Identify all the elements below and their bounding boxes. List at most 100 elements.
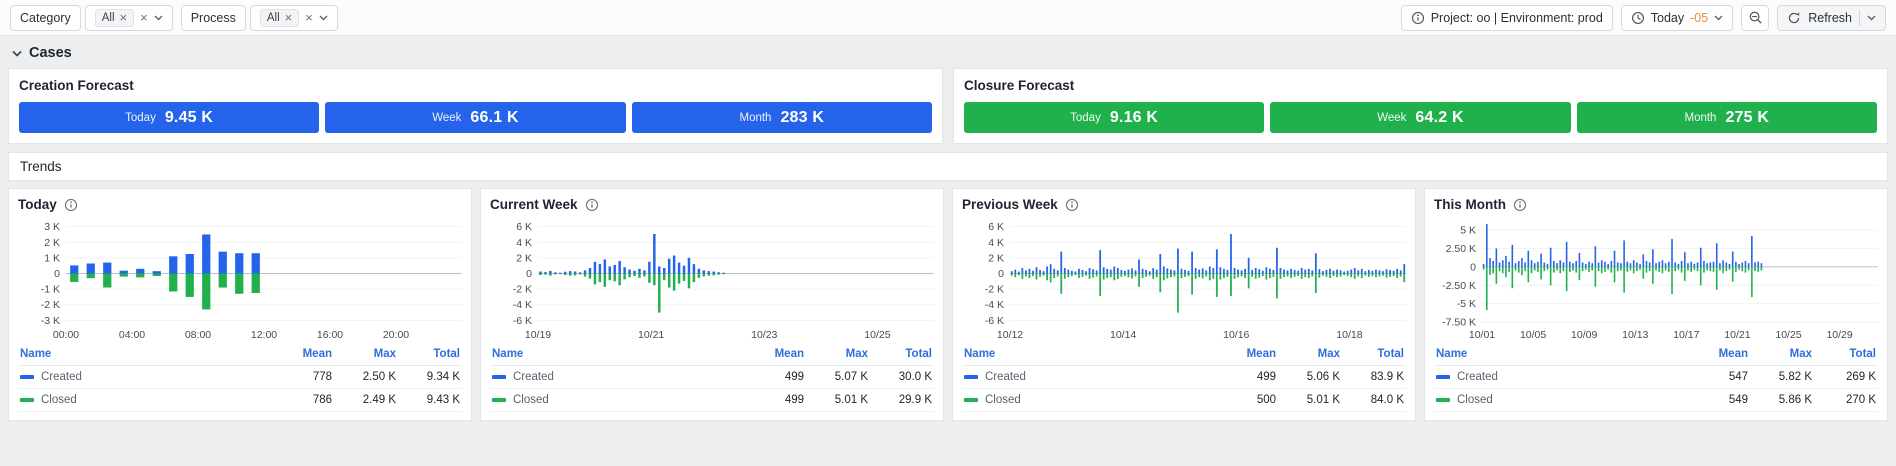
col-max[interactable]: Max xyxy=(806,344,870,366)
legend-header-row: Name Mean Max Total xyxy=(1434,344,1878,366)
creation-forecast-today[interactable]: Today 9.45 K xyxy=(19,102,320,133)
legend-table: Name Mean Max Total Created 547 5.82 K 2… xyxy=(1434,344,1878,412)
process-filter-select[interactable]: All × × xyxy=(249,4,338,31)
col-name[interactable]: Name xyxy=(962,344,1214,366)
series-total: 270 K xyxy=(1814,388,1878,412)
series-mean: 778 xyxy=(270,365,334,389)
col-mean[interactable]: Mean xyxy=(1214,344,1278,366)
col-name[interactable]: Name xyxy=(18,344,270,366)
col-total[interactable]: Total xyxy=(870,344,934,366)
trend-chart-previous-week: 6 K 4 K 2 K 0 -2 K -4 K -6 K 10/12 10/14 10/16 10/… xyxy=(962,215,1410,341)
col-name[interactable]: Name xyxy=(1434,344,1686,366)
clear-filter-icon[interactable]: × xyxy=(305,11,313,24)
svg-text:0: 0 xyxy=(526,268,532,280)
series-mean: 499 xyxy=(742,365,806,389)
legend-row-created: Created 499 5.06 K 83.9 K xyxy=(962,365,1406,389)
series-mean: 547 xyxy=(1686,365,1750,389)
category-filter-tag-value: All xyxy=(101,11,115,24)
info-icon xyxy=(1411,11,1425,25)
col-total[interactable]: Total xyxy=(1814,344,1878,366)
panel-title: Creation Forecast xyxy=(19,78,134,93)
creation-forecast-month[interactable]: Month 283 K xyxy=(631,102,932,133)
remove-tag-icon[interactable]: × xyxy=(285,11,293,24)
svg-text:16:00: 16:00 xyxy=(317,329,343,341)
info-icon[interactable] xyxy=(64,198,78,212)
cases-section-header[interactable]: Cases xyxy=(0,36,1896,68)
svg-text:-5 K: -5 K xyxy=(1457,298,1476,310)
series-swatch xyxy=(20,374,34,379)
svg-text:12:00: 12:00 xyxy=(251,329,277,341)
zoom-out-button[interactable] xyxy=(1741,4,1770,31)
col-mean[interactable]: Mean xyxy=(270,344,334,366)
svg-text:10/12: 10/12 xyxy=(997,329,1023,341)
series-swatch xyxy=(1436,374,1450,379)
info-icon[interactable] xyxy=(585,198,599,212)
col-max[interactable]: Max xyxy=(1750,344,1814,366)
button-divider xyxy=(1859,9,1860,26)
trend-chart-this-month: 5 K 2.50 K 0 -2.50 K -5 K -7.50 K 10/01 10/05 10… xyxy=(1434,215,1882,341)
col-mean[interactable]: Mean xyxy=(1686,344,1750,366)
clear-filter-icon[interactable]: × xyxy=(140,11,148,24)
closure-forecast-week[interactable]: Week 64.2 K xyxy=(1270,102,1571,133)
stat-label: Month xyxy=(1684,111,1717,124)
svg-text:10/23: 10/23 xyxy=(751,329,777,341)
closure-forecast-month[interactable]: Month 275 K xyxy=(1576,102,1877,133)
series-swatch xyxy=(1436,397,1450,402)
forecast-stats: Today 9.45 K Week 66.1 K Month 283 K xyxy=(19,102,932,133)
chevron-down-icon xyxy=(1714,15,1723,21)
info-icon[interactable] xyxy=(1065,198,1079,212)
svg-text:20:00: 20:00 xyxy=(383,329,409,341)
series-name: Created xyxy=(513,371,554,383)
stat-label: Today xyxy=(125,111,156,124)
chevron-down-icon xyxy=(319,15,328,21)
svg-text:-3 K: -3 K xyxy=(41,315,60,327)
svg-text:0: 0 xyxy=(54,268,60,280)
series-name: Created xyxy=(985,371,1026,383)
creation-forecast-week[interactable]: Week 66.1 K xyxy=(325,102,626,133)
col-total[interactable]: Total xyxy=(398,344,462,366)
creation-forecast-panel: Creation Forecast Today 9.45 K Week 66.1… xyxy=(8,68,943,144)
col-max[interactable]: Max xyxy=(334,344,398,366)
forecast-stats: Today 9.16 K Week 64.2 K Month 275 K xyxy=(964,102,1877,133)
series-name: Closed xyxy=(985,394,1021,406)
time-range-button[interactable]: Today -05 xyxy=(1620,4,1734,31)
svg-text:10/25: 10/25 xyxy=(864,329,890,341)
svg-text:6 K: 6 K xyxy=(988,221,1004,233)
legend-row-created: Created 499 5.07 K 30.0 K xyxy=(490,365,934,389)
series-swatch xyxy=(492,374,506,379)
stat-value: 283 K xyxy=(780,108,825,126)
series-swatch xyxy=(20,397,34,402)
legend-row-closed: Closed 786 2.49 K 9.43 K xyxy=(18,388,462,412)
svg-text:10/17: 10/17 xyxy=(1673,329,1699,341)
closure-forecast-today[interactable]: Today 9.16 K xyxy=(964,102,1265,133)
info-icon[interactable] xyxy=(1513,198,1527,212)
trend-chart-today: 3 K 2 K 1 K 0 -1 K -2 K -3 K 00:00 04:00 08:00 12:… xyxy=(18,215,466,341)
svg-text:10/29: 10/29 xyxy=(1826,329,1852,341)
svg-text:-2.50 K: -2.50 K xyxy=(1442,280,1476,292)
process-filter-tag: All × xyxy=(259,8,300,27)
svg-text:10/25: 10/25 xyxy=(1775,329,1801,341)
svg-text:10/01: 10/01 xyxy=(1469,329,1495,341)
refresh-button[interactable]: Refresh xyxy=(1777,4,1886,31)
svg-text:-2 K: -2 K xyxy=(513,284,532,296)
col-mean[interactable]: Mean xyxy=(742,344,806,366)
svg-text:-1 K: -1 K xyxy=(41,284,60,296)
series-name: Closed xyxy=(41,394,77,406)
stat-value: 66.1 K xyxy=(470,108,519,126)
col-name[interactable]: Name xyxy=(490,344,742,366)
refresh-dropdown-icon[interactable] xyxy=(1867,15,1876,21)
category-filter-select[interactable]: All × × xyxy=(84,4,173,31)
col-max[interactable]: Max xyxy=(1278,344,1342,366)
trend-card-title: Today xyxy=(18,197,57,212)
stat-label: Week xyxy=(432,111,462,124)
trend-cards-row: Today 3 K2 K1 K 0 -1 K -2 K -3 K 00:00 04:00 08… xyxy=(0,181,1896,429)
col-total[interactable]: Total xyxy=(1342,344,1406,366)
remove-tag-icon[interactable]: × xyxy=(120,11,128,24)
series-total: 9.34 K xyxy=(398,365,462,389)
svg-text:10/21: 10/21 xyxy=(1724,329,1750,341)
series-name: Created xyxy=(41,371,82,383)
trend-card-title: Previous Week xyxy=(962,197,1058,212)
category-filter: Category All × × xyxy=(10,4,173,31)
svg-text:6 K: 6 K xyxy=(516,221,532,233)
svg-text:08:00: 08:00 xyxy=(185,329,211,341)
